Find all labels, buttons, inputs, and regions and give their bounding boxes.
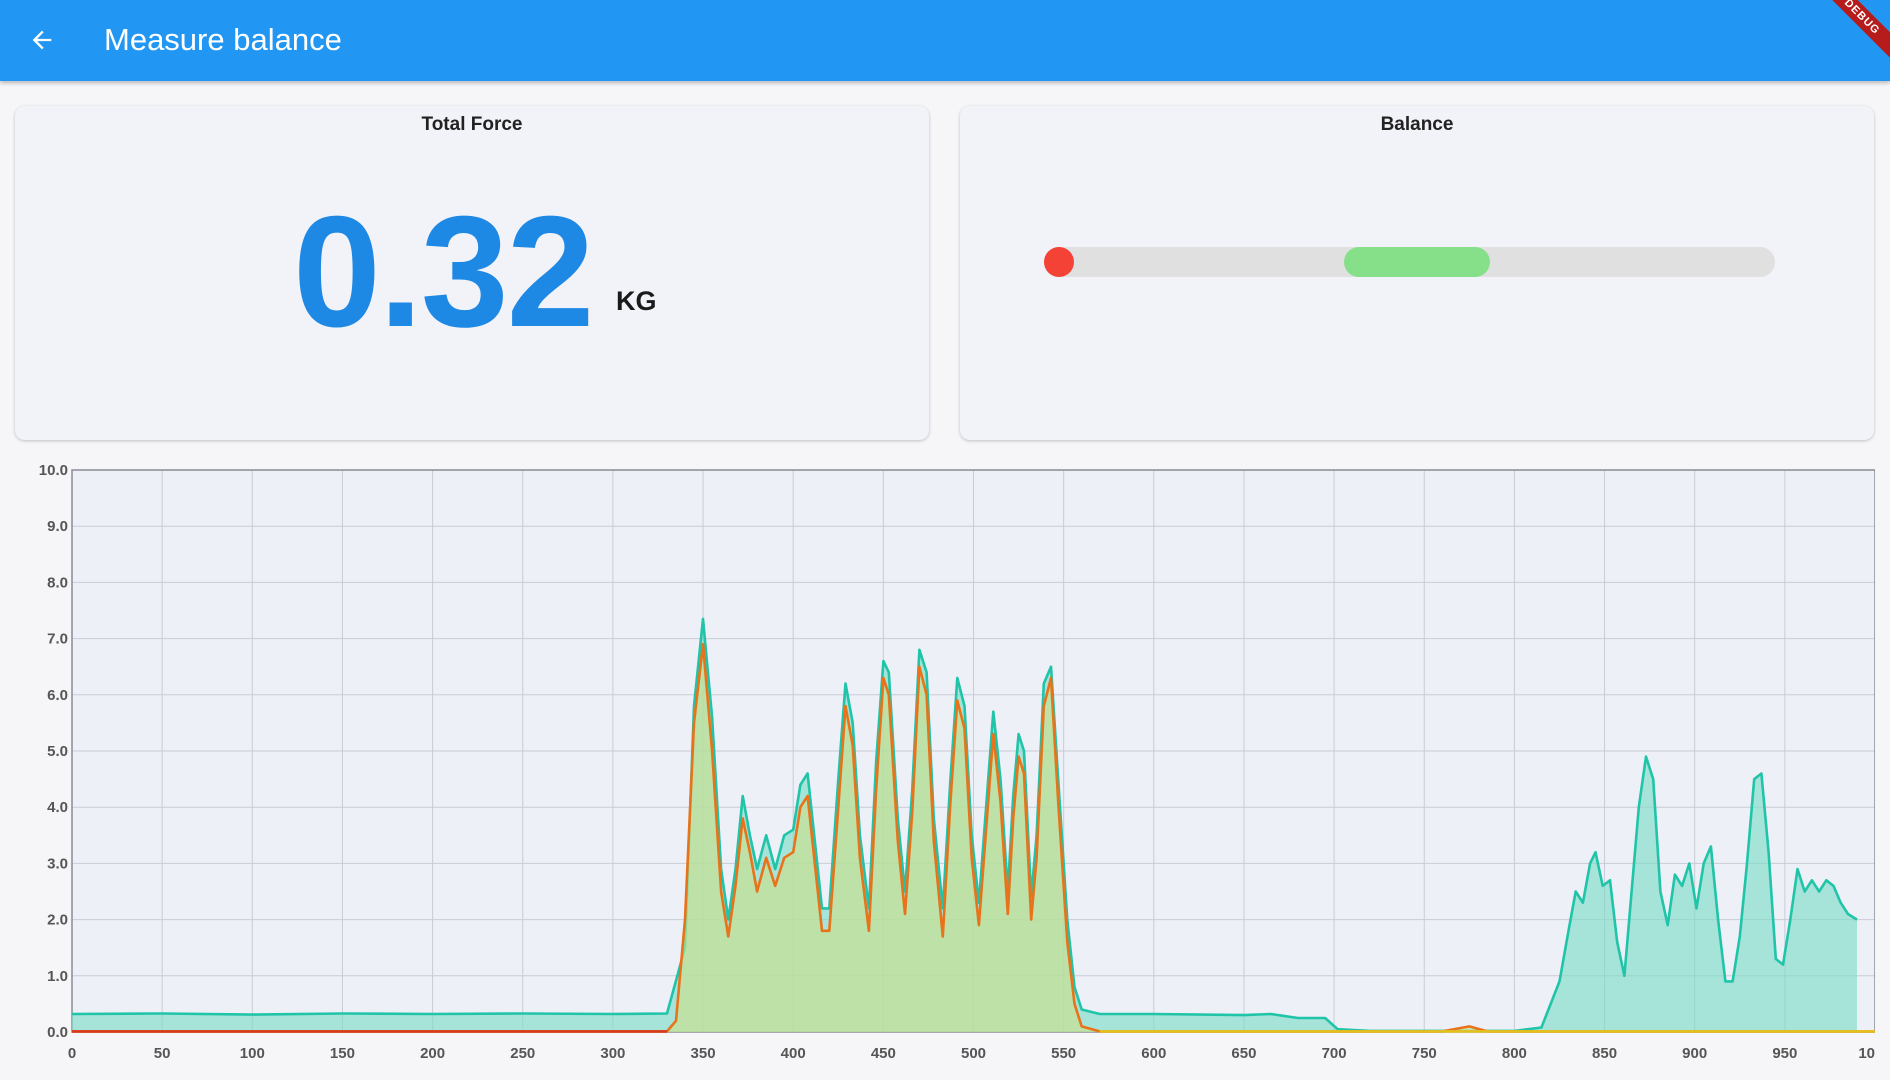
- x-tick-label: 0: [68, 1045, 76, 1062]
- x-tick-label: 250: [510, 1045, 535, 1062]
- y-tick-label: 6.0: [47, 687, 68, 704]
- x-tick-label: 200: [420, 1045, 445, 1062]
- y-tick-label: 4.0: [47, 799, 68, 816]
- total-force-card: Total Force 0.32 KG: [15, 106, 929, 440]
- x-tick-label: 700: [1322, 1045, 1347, 1062]
- x-tick-label: 400: [781, 1045, 806, 1062]
- y-tick-label: 9.0: [47, 518, 68, 535]
- x-tick-label: 800: [1502, 1045, 1527, 1062]
- x-tick-label: 650: [1231, 1045, 1256, 1062]
- y-tick-label: 7.0: [47, 631, 68, 648]
- x-tick-label: 550: [1051, 1045, 1076, 1062]
- y-tick-label: 3.0: [47, 855, 68, 872]
- page-title: Measure balance: [104, 22, 342, 57]
- y-tick-label: 0.0: [47, 1024, 68, 1041]
- total-force-unit: KG: [616, 286, 657, 316]
- total-force-value: 0.32: [293, 184, 595, 360]
- x-tick-label: 50: [154, 1045, 171, 1062]
- x-tick-label: 950: [1772, 1045, 1797, 1062]
- y-tick-label: 8.0: [47, 574, 68, 591]
- arrow-back-icon: [32, 30, 52, 50]
- debug-banner: DEBUG: [1806, 0, 1890, 73]
- x-tick-label: 1000: [1858, 1045, 1875, 1062]
- x-tick-label: 450: [871, 1045, 896, 1062]
- balance-target-zone: [1343, 247, 1490, 277]
- balance-track: [1044, 247, 1775, 277]
- x-tick-label: 500: [961, 1045, 986, 1062]
- y-tick-label: 2.0: [47, 912, 68, 929]
- x-tick-label: 600: [1141, 1045, 1166, 1062]
- x-tick-label: 750: [1412, 1045, 1437, 1062]
- x-tick-label: 300: [600, 1045, 625, 1062]
- x-tick-label: 100: [240, 1045, 265, 1062]
- balance-card: Balance: [960, 106, 1874, 440]
- force-chart: 0 50 100 150 200 250 300 350 400 450 500 550 600 650 7…: [15, 460, 1875, 1072]
- force-chart-svg: 0 50 100 150 200 250 300 350 400 450 500 550 600 650 7…: [39, 462, 1875, 1062]
- y-tick-label: 10.0: [39, 462, 68, 479]
- balance-title: Balance: [1380, 114, 1454, 135]
- x-tick-label: 850: [1592, 1045, 1617, 1062]
- x-tick-label: 900: [1682, 1045, 1707, 1062]
- y-tick-label: 5.0: [47, 743, 68, 760]
- total-force-title: Total Force: [421, 114, 523, 135]
- x-tick-label: 350: [691, 1045, 716, 1062]
- balance-indicator: [1044, 247, 1074, 277]
- x-tick-label: 150: [330, 1045, 355, 1062]
- back-button[interactable]: [18, 16, 66, 64]
- y-tick-label: 1.0: [47, 968, 68, 985]
- app-bar: Measure balance DEBUG: [0, 0, 1890, 81]
